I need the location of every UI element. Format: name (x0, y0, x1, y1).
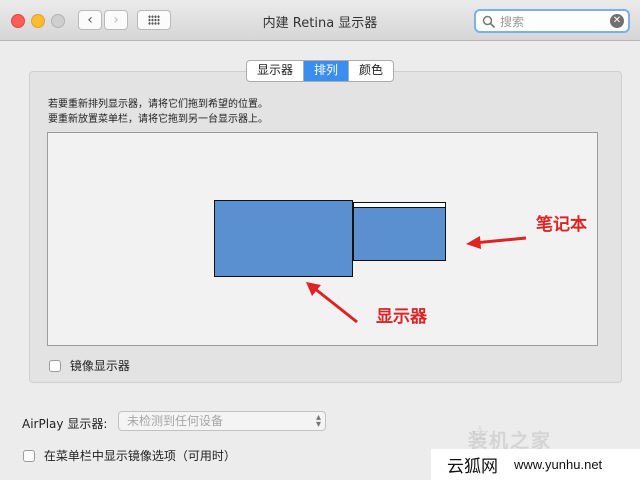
display-annotation: 显示器 (376, 307, 427, 327)
mirror-displays-option[interactable]: 镜像显示器 (49, 357, 130, 374)
show-mirror-in-menubar-label: 在菜单栏中显示镜像选项（可用时） (43, 449, 236, 463)
show-mirror-in-menubar-checkbox[interactable] (23, 449, 35, 462)
site-watermark: 云狐网 www.yunhu.net (431, 449, 640, 480)
arrow-to-display (306, 282, 358, 324)
mirror-displays-checkbox[interactable] (49, 359, 61, 372)
show-mirror-in-menubar-option[interactable]: 在菜单栏中显示镜像选项（可用时） (23, 447, 236, 464)
watermark-url: www.yunhu.net (514, 457, 603, 472)
airplay-display-select[interactable]: 未检测到任何设备 ▴ ▾ (118, 411, 326, 431)
updown-chevron-icon: ▴ ▾ (315, 412, 321, 430)
annotation-arrows (306, 236, 527, 324)
airplay-row: AirPlay 显示器: 未检测到任何设备 ▴ ▾ (22, 411, 326, 432)
watermark-name: 云狐网 (447, 457, 498, 477)
airplay-label: AirPlay 显示器: (22, 417, 108, 431)
mirror-displays-label: 镜像显示器 (69, 359, 130, 373)
airplay-selected-value: 未检测到任何设备 (127, 414, 224, 428)
arrow-to-laptop (466, 236, 527, 249)
laptop-annotation: 笔记本 (536, 215, 587, 235)
